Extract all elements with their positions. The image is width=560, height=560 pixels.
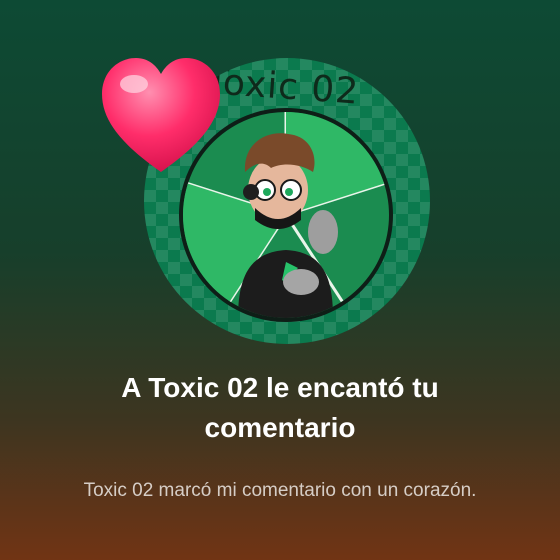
avatar-name-text: Toxic 02: [204, 61, 361, 113]
notification-subtitle: Toxic 02 marcó mi comentario con un cora…: [83, 480, 477, 501]
notification-title: A Toxic 02 le encantó tu comentario: [121, 372, 439, 443]
heart-icon: [102, 58, 220, 172]
